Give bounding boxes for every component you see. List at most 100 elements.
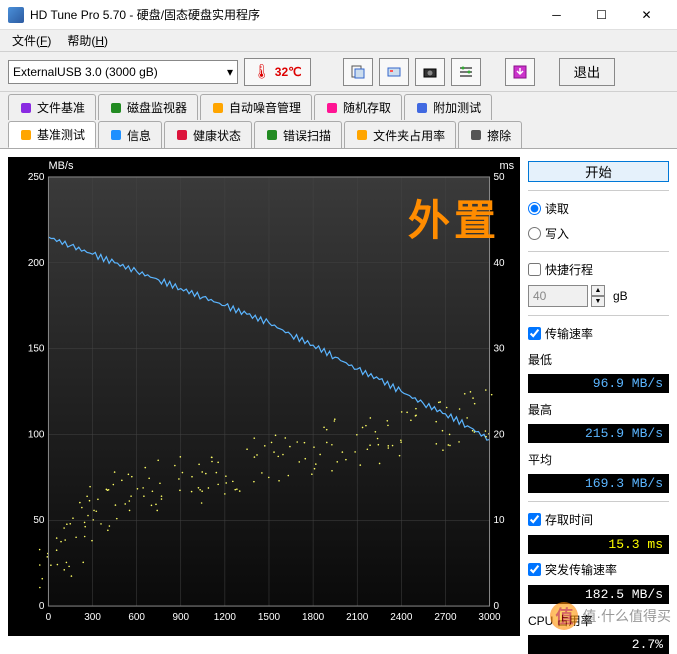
min-value: 96.9 MB/s bbox=[528, 374, 669, 393]
tab-label: 随机存取 bbox=[343, 99, 391, 116]
random-icon bbox=[325, 101, 339, 115]
close-button[interactable]: ✕ bbox=[624, 0, 669, 30]
svg-text:250: 250 bbox=[28, 172, 45, 183]
svg-text:10: 10 bbox=[494, 515, 506, 526]
content-area: 0501001502002500102030405003006009001200… bbox=[0, 148, 677, 644]
tab-错误扫描[interactable]: 错误扫描 bbox=[254, 121, 342, 148]
menu-bar: 文件(F) 帮助(H) bbox=[0, 30, 677, 52]
read-radio[interactable]: 读取 bbox=[528, 199, 669, 218]
svg-text:1200: 1200 bbox=[214, 612, 237, 623]
tab-信息[interactable]: 信息 bbox=[98, 121, 162, 148]
menu-file[interactable]: 文件(F) bbox=[4, 30, 59, 51]
svg-text:1500: 1500 bbox=[258, 612, 281, 623]
window-title: HD Tune Pro 5.70 - 硬盘/固态硬盘实用程序 bbox=[30, 6, 534, 23]
stroke-spinner: 40 ▲▼ gB bbox=[528, 285, 669, 307]
svg-text:2400: 2400 bbox=[390, 612, 413, 623]
screenshot-button[interactable] bbox=[415, 58, 445, 86]
svg-text:0: 0 bbox=[39, 601, 45, 612]
drive-selector[interactable]: ExternalUSB 3.0 (3000 gB) ▾ bbox=[8, 60, 238, 84]
svg-text:600: 600 bbox=[128, 612, 145, 623]
maximize-button[interactable]: ☐ bbox=[579, 0, 624, 30]
svg-text:2700: 2700 bbox=[434, 612, 457, 623]
max-value: 215.9 MB/s bbox=[528, 424, 669, 443]
extra-icon bbox=[415, 101, 429, 115]
drive-label: ExternalUSB 3.0 (3000 gB) bbox=[13, 65, 158, 79]
stroke-value[interactable]: 40 bbox=[528, 285, 588, 307]
bench-icon bbox=[19, 128, 33, 142]
svg-text:0: 0 bbox=[494, 601, 500, 612]
svg-text:20: 20 bbox=[494, 429, 506, 440]
write-radio[interactable]: 写入 bbox=[528, 224, 669, 243]
app-icon bbox=[8, 7, 24, 23]
access-value: 15.3 ms bbox=[528, 535, 669, 554]
toolbar: ExternalUSB 3.0 (3000 gB) ▾ 🌡 32℃ 退出 bbox=[0, 52, 677, 92]
watermark-text: 值·什么值得买 bbox=[582, 606, 671, 626]
tab-文件基准[interactable]: 文件基准 bbox=[8, 94, 96, 120]
options-button[interactable] bbox=[451, 58, 481, 86]
transfer-rate-check[interactable]: 传输速率 bbox=[528, 324, 669, 343]
tab-基准测试[interactable]: 基准测试 bbox=[8, 121, 96, 148]
svg-text:50: 50 bbox=[33, 515, 45, 526]
avg-label: 平均 bbox=[528, 451, 669, 468]
tab-擦除[interactable]: 擦除 bbox=[458, 121, 522, 148]
tab-自动噪音管理[interactable]: 自动噪音管理 bbox=[200, 94, 312, 120]
spin-down[interactable]: ▼ bbox=[591, 296, 605, 307]
tab-label: 文件夹占用率 bbox=[373, 127, 445, 144]
svg-text:40: 40 bbox=[494, 258, 506, 269]
erase-icon bbox=[469, 128, 483, 142]
scan-icon bbox=[265, 128, 279, 142]
spin-up[interactable]: ▲ bbox=[591, 285, 605, 296]
temperature-value: 32℃ bbox=[275, 65, 302, 79]
menu-help[interactable]: 帮助(H) bbox=[59, 30, 116, 51]
svg-text:30: 30 bbox=[494, 344, 506, 355]
avg-value: 169.3 MB/s bbox=[528, 474, 669, 493]
monitor-icon bbox=[109, 101, 123, 115]
tab-随机存取[interactable]: 随机存取 bbox=[314, 94, 402, 120]
cpu-value: 2.7% bbox=[528, 635, 669, 654]
svg-text:MB/s: MB/s bbox=[48, 160, 74, 172]
overlay-label: 外置 bbox=[408, 187, 500, 248]
svg-text:50: 50 bbox=[494, 172, 506, 183]
burst-check[interactable]: 突发传输速率 bbox=[528, 560, 669, 579]
svg-text:150: 150 bbox=[28, 344, 45, 355]
min-label: 最低 bbox=[528, 351, 669, 368]
tab-label: 磁盘监视器 bbox=[127, 99, 187, 116]
exit-button[interactable]: 退出 bbox=[559, 58, 616, 86]
svg-text:100: 100 bbox=[28, 429, 45, 440]
window-controls: ─ ☐ ✕ bbox=[534, 0, 669, 30]
info-icon bbox=[109, 128, 123, 142]
start-button[interactable]: 开始 bbox=[528, 161, 669, 182]
tab-label: 健康状态 bbox=[193, 127, 241, 144]
tab-磁盘监视器[interactable]: 磁盘监视器 bbox=[98, 94, 198, 120]
copy-screenshot-button[interactable] bbox=[379, 58, 409, 86]
copy-info-button[interactable] bbox=[343, 58, 373, 86]
tab-label: 擦除 bbox=[487, 127, 511, 144]
svg-text:ms: ms bbox=[500, 160, 515, 172]
tab-label: 附加测试 bbox=[433, 99, 481, 116]
tabs-row-1: 文件基准 磁盘监视器 自动噪音管理 随机存取 附加测试 bbox=[0, 92, 677, 120]
temperature-display: 🌡 32℃ bbox=[244, 58, 311, 86]
tab-健康状态[interactable]: 健康状态 bbox=[164, 121, 252, 148]
folder-icon bbox=[355, 128, 369, 142]
thermometer-icon: 🌡 bbox=[253, 63, 271, 80]
tabs-row-2: 基准测试信息 健康状态错误扫描 文件夹占用率 擦除 bbox=[0, 119, 677, 148]
watermark-icon: 值 bbox=[550, 602, 578, 630]
svg-text:1800: 1800 bbox=[302, 612, 325, 623]
tab-文件夹占用率[interactable]: 文件夹占用率 bbox=[344, 121, 456, 148]
svg-text:2100: 2100 bbox=[346, 612, 369, 623]
chevron-down-icon: ▾ bbox=[227, 65, 233, 79]
svg-text:200: 200 bbox=[28, 258, 45, 269]
access-time-check[interactable]: 存取时间 bbox=[528, 510, 669, 529]
short-stroke-check[interactable]: 快捷行程 bbox=[528, 260, 669, 279]
title-bar: HD Tune Pro 5.70 - 硬盘/固态硬盘实用程序 ─ ☐ ✕ bbox=[0, 0, 677, 30]
tab-label: 自动噪音管理 bbox=[229, 99, 301, 116]
speaker-icon bbox=[211, 101, 225, 115]
tab-label: 基准测试 bbox=[37, 126, 85, 143]
svg-text:0: 0 bbox=[46, 612, 52, 623]
minimize-button[interactable]: ─ bbox=[534, 0, 579, 30]
save-button[interactable] bbox=[505, 58, 535, 86]
tab-附加测试[interactable]: 附加测试 bbox=[404, 94, 492, 120]
tab-label: 文件基准 bbox=[37, 99, 85, 116]
doc-icon bbox=[19, 101, 33, 115]
side-panel: 开始 读取 写入 快捷行程 40 ▲▼ gB 传输速率 最低 96.9 MB/s… bbox=[528, 157, 669, 636]
